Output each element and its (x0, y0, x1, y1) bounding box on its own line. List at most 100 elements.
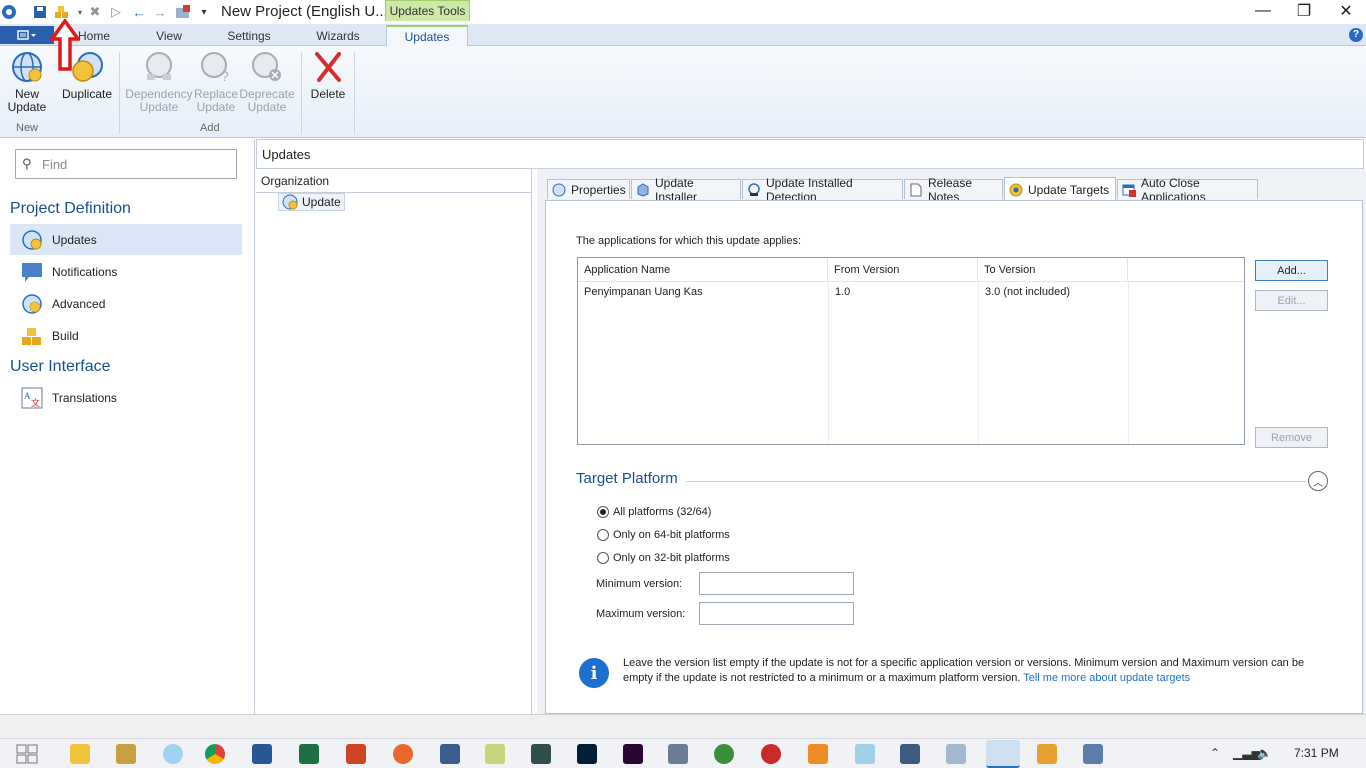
tab-properties[interactable]: Properties (547, 179, 630, 199)
table-cell-to-version[interactable]: 3.0 (not included) (979, 282, 1128, 302)
info-message: Leave the version list empty if the upda… (623, 657, 1305, 684)
table-cell-from-version[interactable]: 1.0 (829, 282, 978, 302)
excel-icon[interactable] (299, 744, 319, 764)
translations-icon: A文 (20, 386, 44, 410)
replace-update-button[interactable]: ? Replace Update (194, 50, 238, 114)
file-explorer-icon[interactable] (70, 744, 90, 764)
sidebar-item-build[interactable]: Build (10, 320, 242, 351)
windows-start-icon[interactable] (16, 744, 38, 764)
tab-release-notes[interactable]: Release Notes (904, 176, 1003, 204)
sidebar-item-translations[interactable]: A文 Translations (10, 382, 242, 413)
collapse-chevron-up-icon[interactable]: ︿ (1308, 471, 1328, 491)
screen-app-icon[interactable] (1083, 744, 1103, 764)
updates-globe-icon (20, 228, 44, 252)
tray-chevron-up-icon[interactable]: ⌃ (1210, 746, 1220, 760)
page-title: Updates (256, 139, 1364, 169)
radio-button (597, 529, 609, 541)
notepad-icon[interactable] (485, 744, 505, 764)
premiere-icon[interactable] (623, 744, 643, 764)
sidebar-item-updates[interactable]: Updates (10, 224, 242, 255)
table-cell-application-name[interactable]: Penyimpanan Uang Kas (578, 282, 828, 302)
radio-button (597, 552, 609, 564)
customize-qat-icon[interactable]: ▾ (196, 4, 212, 20)
ribbon-separator (354, 52, 355, 134)
dropdown-arrow-icon[interactable]: ▾ (72, 4, 88, 20)
section-title-project-definition: Project Definition (10, 200, 131, 217)
radio-32-bit[interactable]: Only on 32-bit platforms (597, 552, 730, 564)
active-advanced-installer-icon[interactable] (986, 740, 1020, 768)
deprecate-update-button[interactable]: Deprecate Update (239, 50, 295, 114)
window-title: New Project (English U... (221, 3, 388, 20)
app-tool-icon[interactable] (116, 744, 136, 764)
xampp-icon[interactable] (808, 744, 828, 764)
ribbon-separator (119, 52, 120, 134)
tab-auto-close-applications[interactable]: Auto Close Applications (1117, 176, 1258, 204)
word-icon[interactable] (252, 744, 272, 764)
tool-app-icon[interactable] (946, 744, 966, 764)
minimum-version-input[interactable] (699, 572, 854, 595)
maximize-button[interactable]: ❐ (1284, 0, 1324, 22)
tell-me-more-link[interactable]: Tell me more about update targets (1023, 672, 1190, 684)
close-button[interactable]: ✕ (1326, 0, 1366, 22)
radio-all-platforms[interactable]: All platforms (32/64) (597, 506, 711, 518)
cube-app-icon[interactable] (900, 744, 920, 764)
maximum-version-input[interactable] (699, 602, 854, 625)
search-magnifier-icon[interactable] (163, 744, 183, 764)
globe-app-icon[interactable] (714, 744, 734, 764)
delete-button[interactable]: Delete (307, 50, 349, 101)
info-text: Leave the version list empty if the upda… (623, 656, 1313, 690)
orange-app-icon[interactable] (393, 744, 413, 764)
taskbar-clock[interactable]: 7:31 PM (1294, 746, 1339, 760)
replace-icon: ? (201, 52, 229, 84)
left-navigation-pane: ⚲ Find Project Definition Updates Notifi… (0, 139, 255, 714)
document-app-icon[interactable] (855, 744, 875, 764)
notification-icon[interactable] (175, 4, 191, 20)
tree-node-update[interactable]: Update (278, 193, 345, 211)
new-update-button[interactable]: New Update (6, 50, 48, 114)
tab-update-installer[interactable]: Update Installer (631, 176, 741, 204)
file-menu-button[interactable] (0, 26, 54, 44)
photoshop-icon[interactable] (577, 744, 597, 764)
minimize-button[interactable]: — (1243, 0, 1283, 22)
terminal-icon[interactable] (531, 744, 551, 764)
sidebar-item-notifications[interactable]: Notifications (10, 256, 242, 287)
sidebar-item-label: Translations (52, 390, 117, 405)
sidebar-item-advanced[interactable]: Advanced (10, 288, 242, 319)
column-header-to-version[interactable]: To Version (978, 258, 1128, 282)
radio-64-bit[interactable]: Only on 64-bit platforms (597, 529, 730, 541)
remove-button[interactable]: Remove (1255, 427, 1328, 448)
play-icon[interactable]: ▷ (108, 4, 124, 20)
tab-updates[interactable]: Updates (386, 25, 468, 47)
ribbon-tab-row: Home View Settings Wizards Updates (0, 24, 1366, 47)
tab-update-installed-detection[interactable]: Update Installed Detection (742, 176, 903, 204)
save-icon[interactable] (32, 4, 48, 20)
column-header-application-name[interactable]: Application Name (578, 258, 828, 282)
forward-arrow-icon[interactable]: → (152, 4, 168, 20)
virtualbox-icon[interactable] (668, 744, 688, 764)
tab-view[interactable]: View (140, 26, 198, 46)
svg-text:A: A (24, 391, 31, 401)
tab-settings[interactable]: Settings (214, 26, 284, 46)
app-window: ▾ ✖ ▷ ← → ▾ New Project (English U... Up… (0, 0, 1366, 768)
file-menu-icon (17, 30, 36, 40)
find-box[interactable]: ⚲ Find (15, 149, 237, 179)
network-app-icon[interactable] (440, 744, 460, 764)
tab-update-targets[interactable]: Update Targets (1004, 177, 1116, 201)
powerpoint-icon[interactable] (346, 744, 366, 764)
add-button[interactable]: Add... (1255, 260, 1328, 281)
help-icon[interactable]: ? (1349, 28, 1363, 42)
column-header-from-version[interactable]: From Version (828, 258, 978, 282)
build-icon[interactable] (54, 4, 70, 20)
find-placeholder: Find (42, 156, 68, 172)
advanced-gear-icon (20, 292, 44, 316)
edit-button[interactable]: Edit... (1255, 290, 1328, 311)
red-app-icon[interactable] (761, 744, 781, 764)
volume-icon[interactable]: 🔈 (1257, 746, 1272, 760)
run-icon[interactable]: ✖ (87, 4, 103, 20)
chrome-icon[interactable] (205, 744, 225, 764)
back-arrow-icon[interactable]: ← (131, 4, 147, 20)
dependency-update-button[interactable]: Dependency Update (125, 50, 193, 114)
tab-wizards[interactable]: Wizards (302, 26, 374, 46)
g-app-icon[interactable] (1037, 744, 1057, 764)
context-tab-title: Updates Tools (385, 0, 470, 21)
